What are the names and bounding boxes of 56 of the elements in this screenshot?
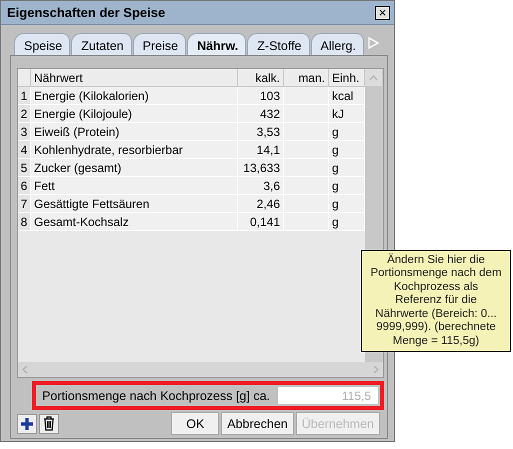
table-cell: Eiweiß (Protein) — [31, 123, 238, 141]
plus-icon — [20, 416, 34, 430]
column-header[interactable]: man. — [284, 69, 329, 87]
table-cell: g — [329, 213, 365, 231]
table-cell: Kohlenhydrate, resorbierbar — [31, 141, 238, 159]
row-number: 2 — [18, 105, 31, 123]
row-number: 8 — [18, 213, 31, 231]
table-cell: Fett — [31, 177, 238, 195]
delete-button[interactable] — [39, 414, 59, 434]
column-header[interactable]: kalk. — [238, 69, 284, 87]
dialog-button[interactable]: Abbrechen — [221, 412, 294, 435]
trash-icon — [43, 416, 55, 431]
table-cell: 432 — [238, 105, 284, 123]
table-cell: g — [329, 159, 365, 177]
table-cell: 14,1 — [238, 141, 284, 159]
row-number: 5 — [18, 159, 31, 177]
scroll-left-icon — [22, 365, 28, 374]
table-cell: 3,53 — [238, 123, 284, 141]
window-title: Eigenschaften der Speise — [7, 5, 166, 20]
row-number: 3 — [18, 123, 31, 141]
table-cell: kcal — [329, 87, 365, 105]
table-cell: 13,633 — [238, 159, 284, 177]
table-cell: Energie (Kilokalorien) — [31, 87, 238, 105]
table-cell: 2,46 — [238, 195, 284, 213]
row-number: 7 — [18, 195, 31, 213]
tab[interactable]: Speise — [14, 33, 70, 55]
scroll-right-icon — [373, 365, 379, 374]
tab[interactable]: Z-Stoffe — [247, 33, 310, 55]
table-cell: 103 — [238, 87, 284, 105]
table-cell: g — [329, 177, 365, 195]
tab[interactable]: Preise — [132, 33, 186, 55]
field-label: Portionsmenge nach Kochprozess [g] ca. — [41, 388, 271, 402]
table-cell: g — [329, 141, 365, 159]
tab[interactable]: Nährw. — [187, 33, 246, 55]
table-cell: Gesättigte Fettsäuren — [31, 195, 238, 213]
row-number: 4 — [18, 141, 31, 159]
dialog-button[interactable]: OK — [171, 412, 220, 435]
table-cell: 0,141 — [238, 213, 284, 231]
table-cell: g — [329, 123, 365, 141]
table-cell: Zucker (gesamt) — [31, 159, 238, 177]
tab[interactable]: Zutaten — [71, 33, 132, 55]
table-cell: Energie (Kilojoule) — [31, 105, 238, 123]
row-number: 1 — [18, 87, 31, 105]
row-number: 6 — [18, 177, 31, 195]
add-button[interactable] — [17, 414, 37, 434]
tooltip-text: Ändern Sie hier die Portionsmenge nach dem Kochprozess als Referenz für die Nährwerte (Bereich: 0... 9999,999). (berechnete Menge = 115,5g) — [369, 254, 503, 348]
table-cell: 3,6 — [238, 177, 284, 195]
close-button[interactable]: × — [375, 6, 390, 20]
table-cell: Gesamt-Kochsalz — [31, 213, 238, 231]
column-header[interactable]: Einh. — [329, 69, 365, 87]
column-header[interactable]: Nährwert — [31, 69, 238, 87]
scrollbar[interactable] — [18, 362, 383, 377]
scroll-up-icon — [369, 74, 378, 80]
table-cell: g — [329, 195, 365, 213]
tab[interactable]: Allerg. — [310, 33, 364, 55]
table-cell: kJ — [329, 105, 365, 123]
